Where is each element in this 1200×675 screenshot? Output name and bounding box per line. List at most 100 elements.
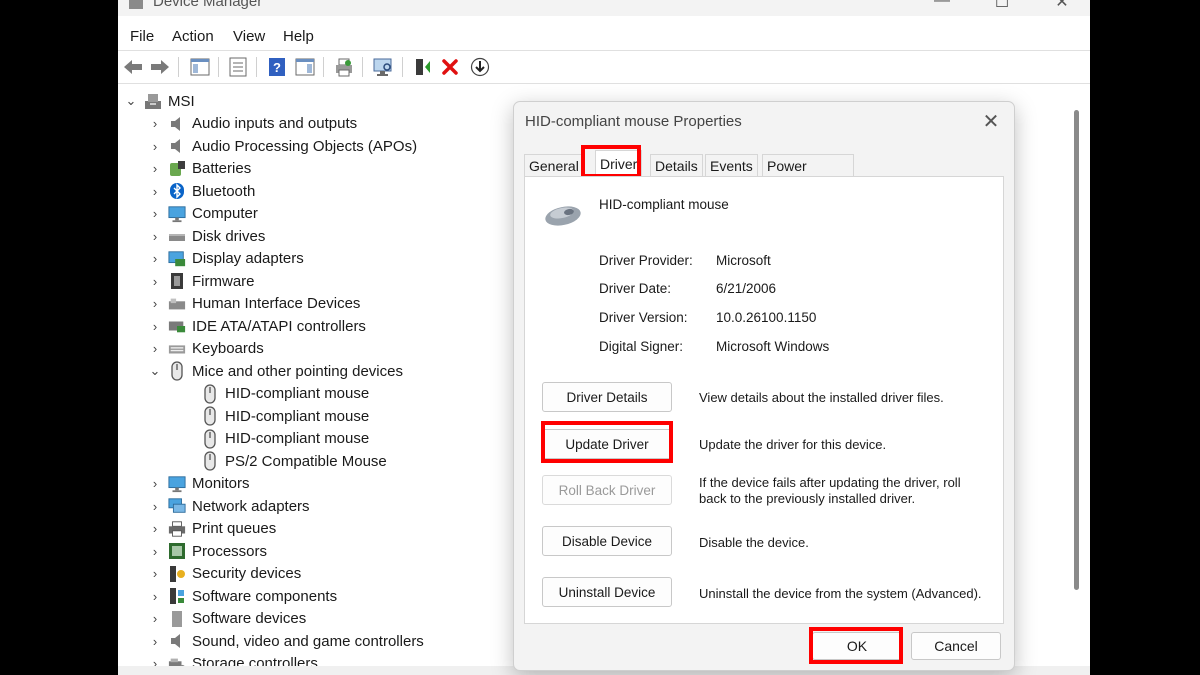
highlight-update-driver: [541, 421, 673, 463]
tree-category-item[interactable]: › Bluetooth: [148, 180, 256, 202]
tree-category-item[interactable]: › Security devices: [148, 563, 301, 585]
tab-events[interactable]: Events: [705, 154, 758, 177]
back-arrow-icon[interactable]: [121, 55, 145, 79]
chevron-right-icon[interactable]: ›: [148, 521, 162, 536]
show-hide-console-tree-icon[interactable]: [188, 55, 212, 79]
tree-category-item[interactable]: ⌄ Mice and other pointing devices: [148, 360, 403, 382]
tree-category-item[interactable]: › Print queues: [148, 518, 276, 540]
chevron-right-icon[interactable]: ›: [148, 139, 162, 154]
toolbar-separator: [402, 57, 403, 77]
menu-help[interactable]: Help: [283, 28, 314, 45]
tree-item-label: Audio inputs and outputs: [192, 115, 358, 132]
maximize-button[interactable]: ☐: [982, 0, 1022, 12]
tab-power-management[interactable]: Power Management: [762, 154, 854, 196]
tree-category-item[interactable]: › Processors: [148, 540, 267, 562]
tree-child-item[interactable]: PS/2 Compatible Mouse: [195, 450, 387, 472]
forward-arrow-icon[interactable]: [148, 55, 172, 79]
chevron-right-icon[interactable]: ›: [148, 161, 162, 176]
uninstall-icon[interactable]: [438, 55, 462, 79]
info-label-date: Driver Date:: [599, 281, 672, 296]
info-label-provider: Driver Provider:: [599, 253, 693, 268]
tab-details[interactable]: Details: [650, 154, 703, 177]
monitor-icon: [168, 205, 186, 223]
tree-root-label: MSI: [168, 92, 195, 110]
tree-category-item[interactable]: › IDE ATA/ATAPI controllers: [148, 315, 366, 337]
chevron-right-icon[interactable]: ›: [148, 499, 162, 514]
chevron-down-icon[interactable]: ⌄: [148, 363, 162, 379]
dialog-close-icon[interactable]: ✕: [978, 109, 1004, 134]
speaker-icon: [168, 632, 186, 650]
close-button[interactable]: ✕: [1042, 0, 1082, 12]
tree-category-item[interactable]: › Software components: [148, 585, 337, 607]
tree-category-item[interactable]: › Keyboards: [148, 338, 264, 360]
bluetooth-icon: [168, 182, 186, 200]
cancel-button[interactable]: Cancel: [911, 632, 1001, 660]
menu-view[interactable]: View: [233, 28, 265, 45]
highlight-driver-tab: [581, 145, 641, 178]
toolbar-separator: [362, 57, 363, 77]
title-bar: Device Manager — ☐ ✕: [118, 0, 1090, 16]
scroll-thumb[interactable]: [1074, 110, 1079, 590]
action-pane-icon[interactable]: [293, 55, 317, 79]
properties-icon[interactable]: [226, 55, 250, 79]
chevron-right-icon[interactable]: ›: [148, 566, 162, 581]
chevron-right-icon[interactable]: ›: [148, 341, 162, 356]
chevron-right-icon[interactable]: ›: [148, 206, 162, 221]
tree-category-item[interactable]: › Display adapters: [148, 248, 304, 270]
properties-dialog: HID-compliant mouse Properties ✕ General…: [513, 101, 1015, 671]
security-icon: [168, 565, 186, 583]
tree-category-item[interactable]: › Sound, video and game controllers: [148, 630, 424, 652]
disable-device-button[interactable]: Disable Device: [542, 526, 672, 556]
tree-category-item[interactable]: › Audio Processing Objects (APOs): [148, 135, 417, 157]
tree-root-msi[interactable]: ⌄ MSI: [124, 90, 195, 112]
tree-category-item[interactable]: › Network adapters: [148, 495, 310, 517]
tree-item-label: Display adapters: [192, 250, 304, 267]
driver-details-button[interactable]: Driver Details: [542, 382, 672, 412]
chevron-right-icon[interactable]: ›: [148, 319, 162, 334]
battery-icon: [168, 160, 186, 178]
chevron-right-icon[interactable]: ›: [148, 589, 162, 604]
minimize-button[interactable]: —: [922, 0, 962, 10]
network-icon: [168, 497, 186, 515]
computer-icon: [144, 92, 162, 110]
tree-category-item[interactable]: › Software devices: [148, 608, 306, 630]
roll-back-driver-button[interactable]: Roll Back Driver: [542, 475, 672, 505]
chevron-right-icon[interactable]: ›: [148, 251, 162, 266]
tab-general[interactable]: General: [524, 154, 584, 177]
chevron-right-icon[interactable]: ›: [148, 274, 162, 289]
chevron-down-icon[interactable]: ⌄: [124, 93, 138, 109]
ide-icon: [168, 317, 186, 335]
info-value-signer: Microsoft Windows: [716, 339, 830, 354]
uninstall-device-button[interactable]: Uninstall Device: [542, 577, 672, 607]
speaker-icon: [168, 115, 186, 133]
tree-category-item[interactable]: › Human Interface Devices: [148, 293, 361, 315]
vertical-scrollbar[interactable]: [1072, 90, 1082, 675]
chevron-right-icon[interactable]: ›: [148, 544, 162, 559]
update-driver-icon[interactable]: [411, 55, 435, 79]
chevron-right-icon[interactable]: ›: [148, 296, 162, 311]
chevron-right-icon[interactable]: ›: [148, 634, 162, 649]
chevron-right-icon[interactable]: ›: [148, 611, 162, 626]
chevron-right-icon[interactable]: ›: [148, 476, 162, 491]
tree-category-item[interactable]: › Monitors: [148, 473, 250, 495]
tree-category-item[interactable]: › Firmware: [148, 270, 255, 292]
tree-child-item[interactable]: HID-compliant mouse: [195, 383, 369, 405]
tree-child-item[interactable]: HID-compliant mouse: [195, 405, 369, 427]
tree-category-item[interactable]: › Computer: [148, 203, 258, 225]
print-icon[interactable]: [332, 55, 356, 79]
tree-category-item[interactable]: › Disk drives: [148, 225, 266, 247]
toolbar-separator: [178, 57, 179, 77]
tree-child-item[interactable]: HID-compliant mouse: [195, 428, 369, 450]
menu-file[interactable]: File: [130, 28, 154, 45]
mouse-icon: [201, 451, 219, 471]
scan-hardware-icon[interactable]: [371, 55, 395, 79]
chevron-right-icon[interactable]: ›: [148, 116, 162, 131]
printer-icon: [168, 520, 186, 538]
chevron-right-icon[interactable]: ›: [148, 229, 162, 244]
tree-category-item[interactable]: › Audio inputs and outputs: [148, 113, 357, 135]
tree-category-item[interactable]: › Batteries: [148, 158, 251, 180]
menu-action[interactable]: Action: [172, 28, 214, 45]
chevron-right-icon[interactable]: ›: [148, 184, 162, 199]
help-icon[interactable]: ?: [265, 55, 289, 79]
enable-device-icon[interactable]: [468, 55, 492, 79]
